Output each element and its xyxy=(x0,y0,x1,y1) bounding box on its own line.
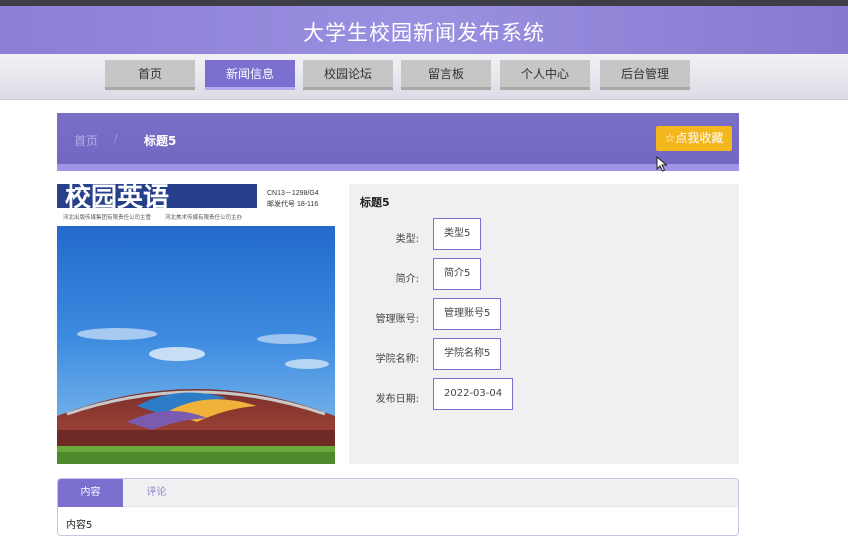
breadcrumb-bar: 首页 / 标题5 ☆点我收藏 xyxy=(57,113,739,171)
field-label-college: 学院名称: xyxy=(375,354,419,365)
content-tabs: 内容 评论 内容5 xyxy=(57,478,739,536)
detail-title: 标题5 xyxy=(360,196,390,209)
detail-panel: 标题5 类型: 类型5 简介: 简介5 管理账号: 管理账号5 学院名称: 学院… xyxy=(349,184,739,464)
cover-publisher-right: 河北美术传媒有限责任公司主办 xyxy=(165,213,243,221)
field-label-summary: 简介: xyxy=(395,274,419,285)
tab-comments[interactable]: 评论 xyxy=(124,479,189,507)
breadcrumb-current: 标题5 xyxy=(144,134,177,148)
news-cover-image: 校园英语 CN13－1298/G4 邮发代号 18-116 河北出版传媒集团有限… xyxy=(57,184,335,464)
field-value-admin-account: 管理账号5 xyxy=(433,298,502,330)
nav-news[interactable]: 新闻信息 xyxy=(205,60,295,90)
tab-content-body: 内容5 xyxy=(66,520,93,531)
favorite-button[interactable]: ☆点我收藏 xyxy=(656,126,732,151)
field-label-admin-account: 管理账号: xyxy=(375,314,419,325)
site-header: 大学生校园新闻发布系统 xyxy=(0,6,848,54)
field-value-type: 类型5 xyxy=(433,218,482,250)
breadcrumb-separator: / xyxy=(114,132,118,145)
cover-issn: CN13－1298/G4 xyxy=(267,190,319,197)
favorite-button-label: 点我收藏 xyxy=(675,131,724,145)
main-nav: 首页 新闻信息 校园论坛 留言板 个人中心 后台管理 xyxy=(0,54,848,100)
nav-forum[interactable]: 校园论坛 xyxy=(303,60,393,90)
tab-content[interactable]: 内容 xyxy=(58,479,123,507)
field-label-type: 类型: xyxy=(395,234,419,245)
nav-personal-center[interactable]: 个人中心 xyxy=(500,60,590,90)
nav-message-board[interactable]: 留言板 xyxy=(401,60,491,90)
field-value-college: 学院名称5 xyxy=(433,338,502,370)
field-value-publish-date: 2022-03-04 xyxy=(433,378,514,410)
cover-publisher-left: 河北出版传媒集团有限责任公司主管 xyxy=(63,213,152,221)
field-label-publish-date: 发布日期: xyxy=(375,394,419,405)
breadcrumb-home[interactable]: 首页 xyxy=(74,132,98,149)
star-outline-icon: ☆ xyxy=(664,131,676,145)
mouse-cursor-icon xyxy=(656,156,668,172)
cover-masthead: 校园英语 xyxy=(65,184,169,213)
cover-postal-code: 邮发代号 18-116 xyxy=(267,199,318,208)
field-value-summary: 简介5 xyxy=(433,258,482,290)
nav-admin[interactable]: 后台管理 xyxy=(600,60,690,90)
nav-home[interactable]: 首页 xyxy=(105,60,195,90)
tab-header: 内容 评论 xyxy=(58,479,738,507)
site-title: 大学生校园新闻发布系统 xyxy=(303,21,545,45)
